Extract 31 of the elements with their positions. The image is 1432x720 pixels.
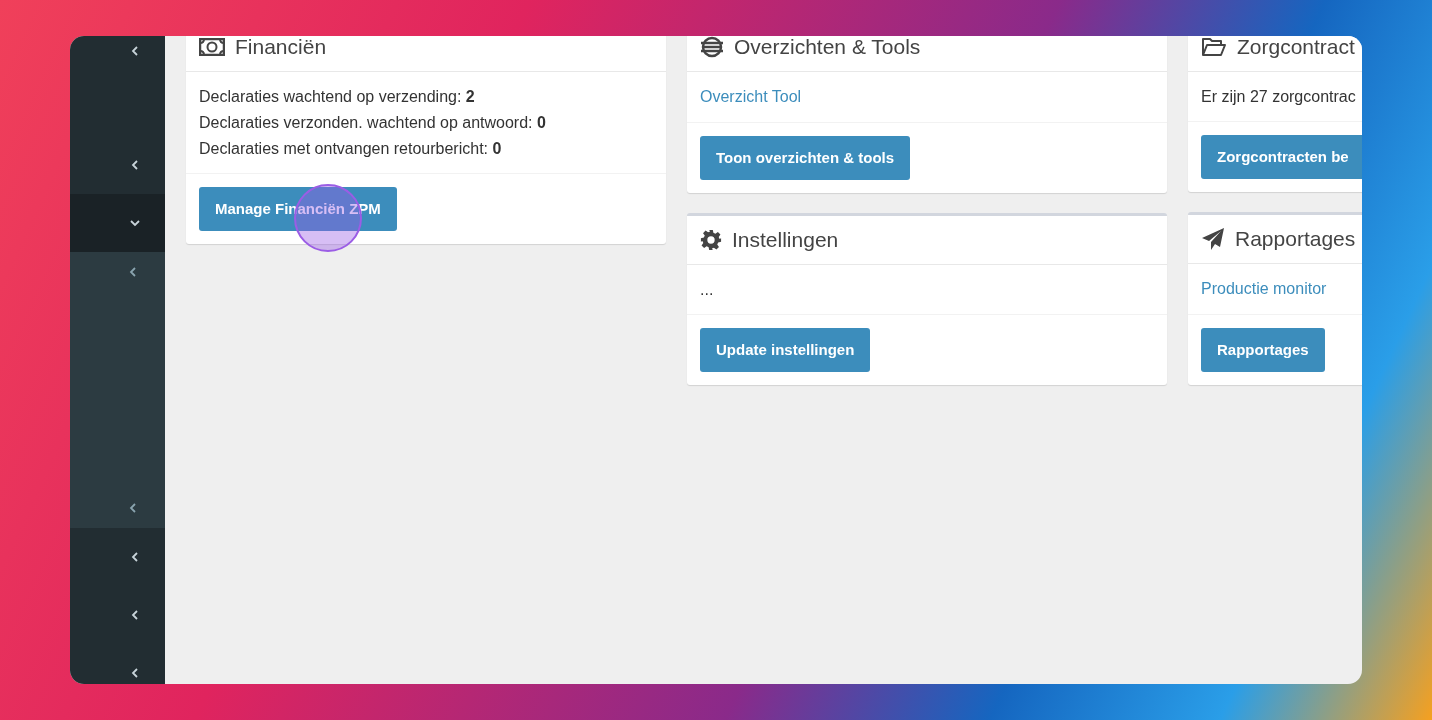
card-title: Overzichten & Tools <box>734 36 921 61</box>
action-button[interactable]: Toon overzichten & tools <box>700 136 911 180</box>
card-text: Declaraties met ontvangen retourbericht: 0 <box>199 139 503 159</box>
paper-plane-icon <box>1201 227 1225 251</box>
banknote-icon <box>199 38 225 56</box>
card-link[interactable]: Overzicht Tool <box>700 85 802 109</box>
chevron-left-icon <box>127 266 139 278</box>
action-button[interactable]: Manage Financiën ZPM <box>199 187 397 231</box>
chevron-left-icon <box>129 609 141 621</box>
action-button[interactable]: Update instellingen <box>700 328 871 372</box>
action-button[interactable]: Zorgcontracten be <box>1201 135 1362 179</box>
card-link[interactable]: Productie monitor <box>1201 277 1327 301</box>
card-title: Financiën <box>235 36 327 61</box>
chevron-left-icon <box>129 667 141 679</box>
card-title: Rapportages <box>1235 226 1356 253</box>
folder-icon <box>1201 37 1227 57</box>
card-text: ... <box>700 280 715 300</box>
chevron-left-icon <box>129 551 141 563</box>
chevron-left-icon <box>127 502 139 514</box>
card-text: Declaraties verzonden. wachtend op antwoord: 0 <box>199 113 547 133</box>
circle-lines-icon <box>700 36 724 59</box>
sidebar-item[interactable] <box>70 194 165 252</box>
chevron-left-icon <box>129 45 141 57</box>
card-text: Declaraties wachtend op verzending: 2 <box>199 87 476 107</box>
card-text: Er zijn 27 zorgcontrac <box>1201 87 1357 107</box>
chevron-left-icon <box>129 159 141 171</box>
action-button[interactable]: Rapportages <box>1201 328 1325 372</box>
gear-icon <box>700 229 722 251</box>
card-title: Instellingen <box>732 227 839 254</box>
chevron-down-icon <box>129 217 141 229</box>
card-title: Zorgcontract <box>1237 36 1355 61</box>
